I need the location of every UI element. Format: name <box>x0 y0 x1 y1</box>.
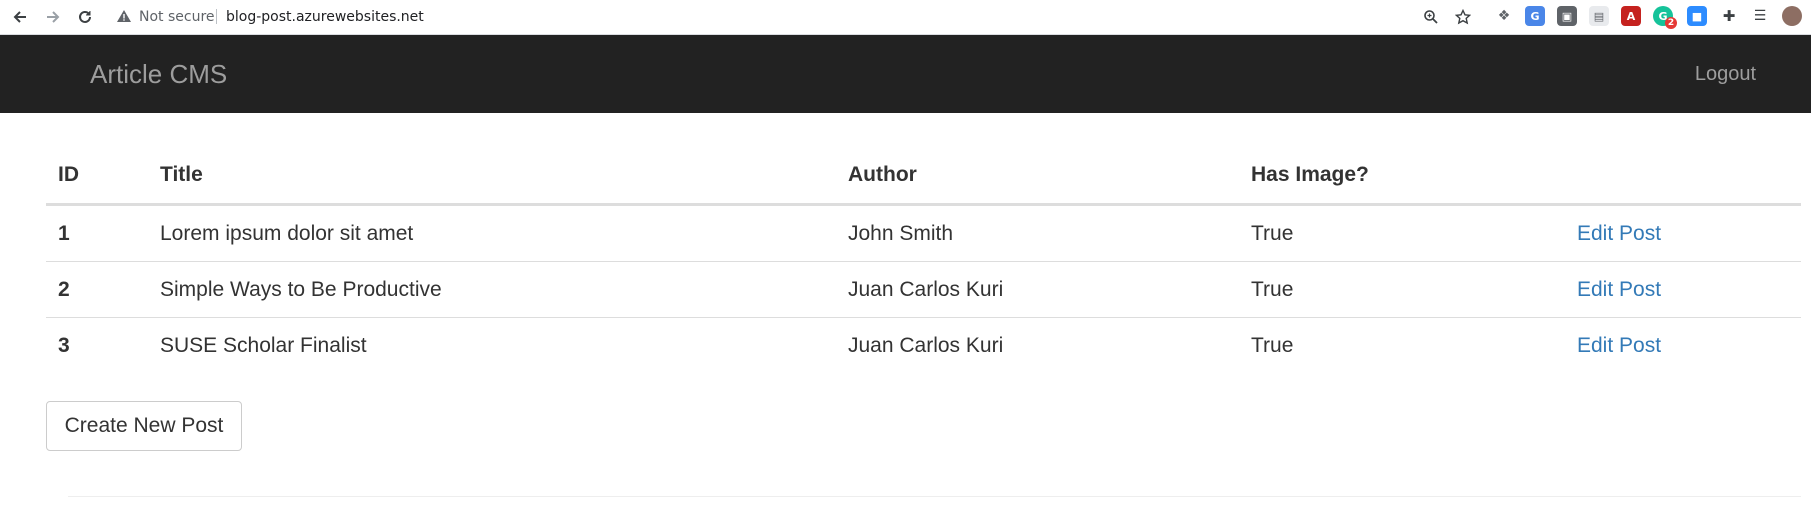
edit-post-link[interactable]: Edit Post <box>1577 222 1661 245</box>
url-text[interactable]: blog-post.azurewebsites.net <box>226 9 424 25</box>
media-icon[interactable]: ☰ <box>1750 6 1770 26</box>
brand-link[interactable]: Article CMS <box>90 59 227 90</box>
extension-icon[interactable]: ▣ <box>1557 6 1577 26</box>
table-header-row: ID Title Author Has Image? <box>46 147 1801 206</box>
zoom-icon[interactable] <box>1421 7 1441 27</box>
logout-link[interactable]: Logout <box>1695 63 1756 86</box>
post-id: 2 <box>46 261 148 318</box>
pdf-icon[interactable]: A <box>1621 6 1641 26</box>
post-action-cell: Edit Post <box>1565 317 1801 373</box>
table-row: 2 Simple Ways to Be Productive Juan Carl… <box>46 261 1801 318</box>
post-author: Juan Carlos Kuri <box>836 261 1239 318</box>
post-has-image: True <box>1239 317 1565 373</box>
footer-divider <box>68 496 1801 497</box>
address-bar[interactable]: Not secure blog-post.azurewebsites.net <box>108 3 1481 30</box>
reload-icon[interactable] <box>72 4 98 30</box>
edit-post-link[interactable]: Edit Post <box>1577 334 1661 357</box>
zoom-meeting-icon[interactable]: ■ <box>1687 6 1707 26</box>
post-action-cell: Edit Post <box>1565 261 1801 318</box>
post-has-image: True <box>1239 261 1565 318</box>
column-header-has-image: Has Image? <box>1239 147 1565 206</box>
post-title: SUSE Scholar Finalist <box>148 317 836 373</box>
puzzle-icon[interactable]: ✚ <box>1719 6 1739 26</box>
post-id: 1 <box>58 221 70 245</box>
post-id: 3 <box>46 317 148 373</box>
column-header-title: Title <box>148 147 836 206</box>
security-label[interactable]: Not secure <box>139 9 215 25</box>
create-new-post-button[interactable]: Create New Post <box>46 401 242 451</box>
post-author: John Smith <box>848 221 954 245</box>
post-author: Juan Carlos Kuri <box>836 317 1239 373</box>
post-title: Simple Ways to Be Productive <box>148 261 836 318</box>
posts-table: ID Title Author Has Image? 1 Lorem ipsum… <box>46 147 1801 373</box>
dropbox-icon[interactable]: ❖ <box>1494 6 1514 26</box>
star-icon[interactable] <box>1453 7 1473 27</box>
table-row: 1 Lorem ipsum dolor sit amet John Smith … <box>46 205 1801 262</box>
translate-icon[interactable]: G <box>1525 6 1545 26</box>
column-header-actions <box>1565 147 1801 206</box>
url-separator <box>216 9 217 24</box>
browser-toolbar: Not secure blog-post.azurewebsites.net ❖… <box>0 0 1811 35</box>
column-header-id: ID <box>46 147 148 206</box>
avatar[interactable] <box>1782 6 1802 26</box>
table-row: 3 SUSE Scholar Finalist Juan Carlos Kuri… <box>46 317 1801 373</box>
grammarly-badge: 2 <box>1665 17 1677 29</box>
post-action-cell: Edit Post <box>1565 205 1801 262</box>
post-has-image: True <box>1251 221 1294 245</box>
warning-icon[interactable] <box>116 8 132 24</box>
forward-icon[interactable] <box>40 4 66 30</box>
edit-post-link[interactable]: Edit Post <box>1577 278 1661 301</box>
back-icon[interactable] <box>7 4 33 30</box>
reader-icon[interactable]: ▤ <box>1589 6 1609 26</box>
column-header-author: Author <box>836 147 1239 206</box>
app-navbar: Article CMS Logout <box>0 35 1811 113</box>
post-title: Lorem ipsum dolor sit amet <box>160 221 414 245</box>
